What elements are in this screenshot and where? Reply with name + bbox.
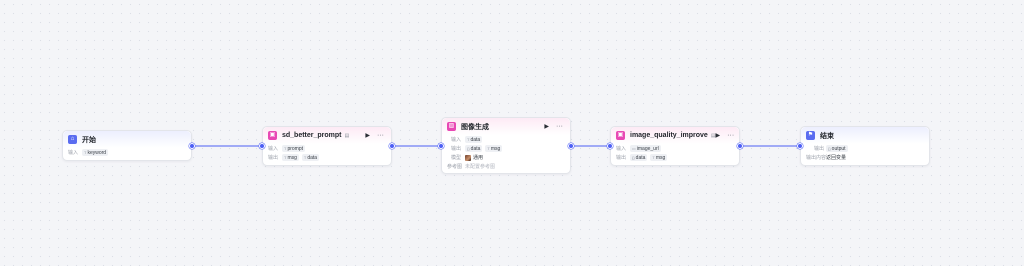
node-end[interactable]: ⚑ 结束 输出 {} output 输出内容 返回变量 [800,126,930,166]
image-type-icon: ▭ [632,146,636,151]
output-handle[interactable] [737,143,743,149]
variable-tag: Tkeyword [82,149,109,156]
flag-icon: ⚑ [806,131,815,140]
object-type-icon: {} [632,155,635,160]
doc-icon[interactable]: ▤ [345,133,350,139]
node-start-header: ⌂ 开始 [63,131,191,148]
more-icon[interactable]: ··· [377,132,384,139]
model-thumbnail [465,154,471,161]
string-type-icon: T [487,146,490,151]
run-icon[interactable]: ▶ [716,132,721,139]
variable-tag: Tmsg [282,154,299,161]
variable-tag: ▭ image_url [630,145,661,152]
more-icon[interactable]: ··· [556,123,563,130]
node-sd-better-prompt[interactable]: ▣ sd_better_prompt ▤ ▶ ··· 输入 Tprompt 输出… [262,126,392,166]
variable-tag: {} data [465,145,483,152]
string-type-icon: T [467,137,470,142]
output-handle[interactable] [568,143,574,149]
node-sd-better-prompt-header: ▣ sd_better_prompt ▤ ▶ ··· [263,127,391,144]
run-icon[interactable]: ▶ [365,132,370,139]
variable-tag: Tmsg [650,154,668,161]
more-icon[interactable]: ··· [727,132,734,139]
output-handle[interactable] [389,143,395,149]
home-icon: ⌂ [68,135,77,144]
node-row-output: 输出 {} data Tmsg [451,145,503,152]
node-row-output-content: 输出内容 返回变量 [806,155,847,161]
variable-tag: Tdata [301,154,320,161]
string-type-icon: T [652,155,655,160]
node-row-input: 输入 Tprompt [268,145,306,152]
string-type-icon: T [284,146,287,151]
plugin-icon: ▣ [616,131,625,140]
string-type-icon: T [303,155,307,160]
variable-tag: Tmsg [485,145,503,152]
variable-tag: Tdata [465,136,483,143]
node-title: image_quality_improve [630,132,708,139]
reference-placeholder: 未配置参考图 [465,164,496,170]
object-type-icon: {} [828,146,831,151]
node-row-reference: 参考图 未配置参考图 [447,164,496,170]
node-end-header: ⚑ 结束 [801,127,929,144]
run-icon[interactable]: ▶ [544,123,549,130]
node-row-output: 输出 Tmsg Tdata [268,154,320,161]
string-type-icon: T [284,155,287,160]
node-image-quality-improve-header: ▣ image_quality_improve ▤ ▶ ··· [611,127,739,144]
node-title: 图像生成 [461,123,489,131]
node-title: 结束 [820,132,834,140]
object-type-icon: {} [467,146,470,151]
node-row-output: 输出 {} output [814,145,848,152]
image-icon: ▨ [447,122,456,131]
node-row-input: 输入 Tkeyword [68,149,109,156]
variable-tag: {} output [826,145,848,152]
input-handle[interactable] [259,143,265,149]
input-handle[interactable] [607,143,613,149]
node-row-output: 输出 {} data Tmsg [616,154,668,161]
output-handle[interactable] [189,143,195,149]
variable-tag: Tprompt [282,145,306,152]
node-image-generation[interactable]: ▨ 图像生成 ▶ ··· 输入 Tdata 输出 {} data Tmsg 模型 … [441,117,571,174]
plugin-icon: ▣ [268,131,277,140]
variable-tag: {} data [630,154,648,161]
input-handle[interactable] [797,143,803,149]
string-type-icon: T [84,150,87,155]
input-handle[interactable] [438,143,444,149]
node-title: sd_better_prompt [282,132,342,139]
node-image-generation-header: ▨ 图像生成 ▶ ··· [442,118,570,135]
node-row-model: 模型 通用 [451,154,484,161]
output-mode: 返回变量 [826,155,847,161]
model-name: 通用 [473,155,484,161]
node-image-quality-improve[interactable]: ▣ image_quality_improve ▤ ▶ ··· 输入 ▭ imag… [610,126,740,166]
node-start[interactable]: ⌂ 开始 输入 Tkeyword [62,130,192,161]
node-row-input: 输入 Tdata [451,136,483,143]
node-title: 开始 [82,136,96,144]
node-row-input: 输入 ▭ image_url [616,145,661,152]
